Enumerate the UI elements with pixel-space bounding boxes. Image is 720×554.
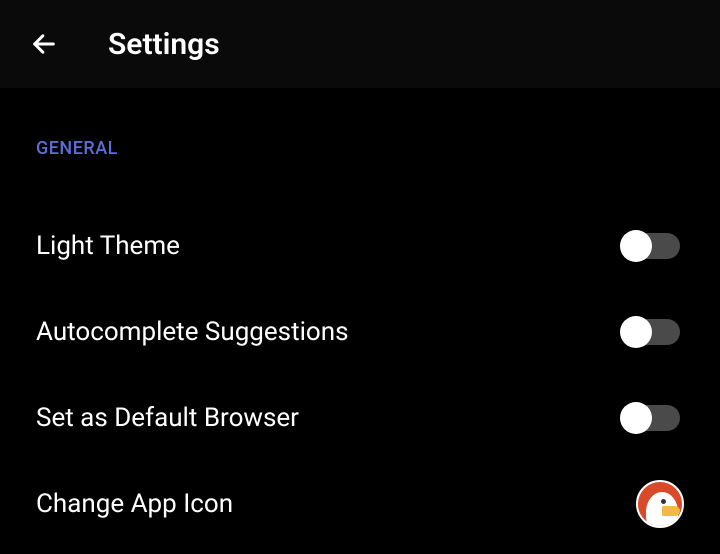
toggle-thumb [620, 402, 652, 434]
duckduckgo-icon [636, 480, 684, 528]
setting-row-light-theme[interactable]: Light Theme [36, 203, 684, 289]
setting-label: Light Theme [36, 231, 180, 261]
setting-row-autocomplete[interactable]: Autocomplete Suggestions [36, 289, 684, 375]
back-button[interactable] [20, 20, 68, 68]
toggle-light-theme[interactable] [624, 230, 684, 262]
setting-row-default-browser[interactable]: Set as Default Browser [36, 375, 684, 461]
setting-row-change-app-icon[interactable]: Change App Icon [36, 461, 684, 547]
settings-content: GENERAL Light Theme Autocomplete Suggest… [0, 88, 720, 547]
toggle-default-browser[interactable] [624, 402, 684, 434]
setting-label: Autocomplete Suggestions [36, 317, 349, 347]
toggle-thumb [620, 316, 652, 348]
toggle-thumb [620, 230, 652, 262]
page-title: Settings [108, 27, 220, 62]
setting-label: Set as Default Browser [36, 403, 299, 433]
section-header-general: GENERAL [36, 138, 684, 159]
back-arrow-icon [30, 30, 58, 58]
toggle-autocomplete[interactable] [624, 316, 684, 348]
setting-label: Change App Icon [36, 489, 233, 519]
header-bar: Settings [0, 0, 720, 88]
